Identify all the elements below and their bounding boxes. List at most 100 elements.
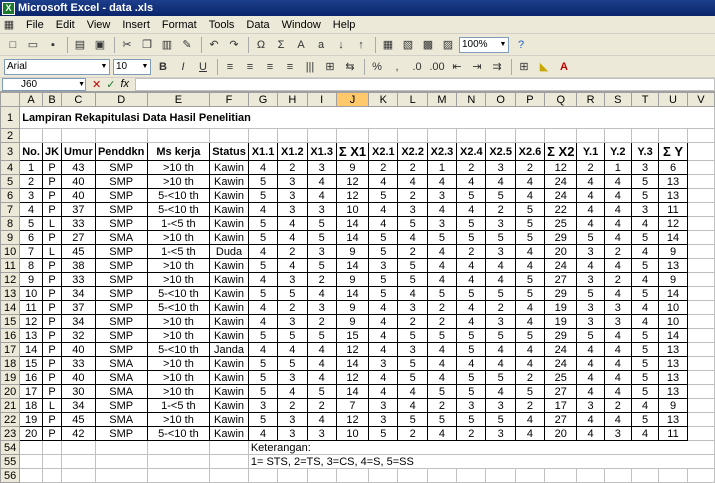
table-cell[interactable]: 4 <box>456 174 487 189</box>
table-header-cell[interactable]: JK <box>41 142 63 161</box>
table-cell[interactable]: 3 <box>603 300 632 315</box>
table-cell[interactable]: Kawin <box>209 174 249 189</box>
table-cell[interactable]: 34 <box>61 398 96 413</box>
cell[interactable] <box>686 188 715 203</box>
cell[interactable] <box>61 128 96 143</box>
table-cell[interactable]: SMP <box>94 426 148 441</box>
font-shrink-icon[interactable]: a <box>312 36 330 54</box>
table-cell[interactable]: SMP <box>94 258 148 273</box>
bold-icon[interactable]: B <box>154 58 172 76</box>
table-cell[interactable]: >10 th <box>146 230 211 245</box>
table-cell[interactable]: 5 <box>630 258 660 273</box>
align-left-icon[interactable]: ≡ <box>221 58 239 76</box>
table-cell[interactable]: >10 th <box>146 258 211 273</box>
cell[interactable] <box>94 128 148 143</box>
table-cell[interactable]: 5 <box>514 230 546 245</box>
cell[interactable] <box>61 454 96 469</box>
table-cell[interactable]: 3 <box>630 202 660 217</box>
table-cell[interactable]: P <box>41 272 63 287</box>
table-cell[interactable]: 2 <box>277 160 308 175</box>
table-cell[interactable]: SMP <box>94 216 148 231</box>
table-cell[interactable]: 4 <box>576 202 605 217</box>
align-center-icon[interactable]: ≡ <box>241 58 259 76</box>
table-cell[interactable]: P <box>41 286 63 301</box>
cell[interactable] <box>514 468 546 483</box>
table-cell[interactable]: 3 <box>277 412 308 427</box>
table-cell[interactable]: 13 <box>658 356 688 371</box>
table-cell[interactable]: 4 <box>603 356 632 371</box>
table-cell[interactable]: Kawin <box>209 230 249 245</box>
table-cell[interactable]: 4 <box>485 356 516 371</box>
table-cell[interactable]: 5 <box>426 412 458 427</box>
row-header[interactable]: 1 <box>0 106 21 129</box>
table-cell[interactable]: 4 <box>368 370 399 385</box>
table-cell[interactable]: 33 <box>61 356 96 371</box>
table-header-cell[interactable]: X1.3 <box>306 142 337 161</box>
underline-icon[interactable]: U <box>194 58 212 76</box>
column-header[interactable]: U <box>658 92 688 107</box>
cell[interactable] <box>686 160 715 175</box>
table-cell[interactable]: 10 <box>335 426 370 441</box>
table-cell[interactable]: Kawin <box>209 412 249 427</box>
table-cell[interactable]: 4 <box>576 370 605 385</box>
cell[interactable] <box>335 468 370 483</box>
cell[interactable] <box>485 468 516 483</box>
column-header[interactable]: D <box>94 92 148 107</box>
column-header[interactable]: G <box>247 92 279 107</box>
table-cell[interactable]: 5 <box>630 412 660 427</box>
table-cell[interactable]: 13 <box>658 258 688 273</box>
table-cell[interactable]: 9 <box>335 314 370 329</box>
table-cell[interactable]: >10 th <box>146 174 211 189</box>
table-cell[interactable]: 3 <box>306 426 337 441</box>
table-cell[interactable]: 4 <box>247 244 279 259</box>
table-cell[interactable]: 4 <box>277 216 308 231</box>
table-cell[interactable]: 9 <box>335 272 370 287</box>
column-header[interactable]: J <box>335 92 370 107</box>
table-cell[interactable]: 3 <box>306 244 337 259</box>
table-cell[interactable]: 5 <box>456 342 487 357</box>
table-cell[interactable]: 5 <box>630 356 660 371</box>
cell[interactable] <box>335 128 370 143</box>
table-cell[interactable]: 5 <box>630 328 660 343</box>
save-icon[interactable]: ▪ <box>44 36 62 54</box>
table-cell[interactable]: 4 <box>247 272 279 287</box>
table-cell[interactable]: 4 <box>247 426 279 441</box>
table-cell[interactable]: 5 <box>397 272 428 287</box>
table-cell[interactable]: 5 <box>485 230 516 245</box>
cell[interactable] <box>209 440 249 455</box>
cell[interactable] <box>603 128 632 143</box>
table-cell[interactable]: 3 <box>368 398 399 413</box>
table-cell[interactable]: 25 <box>544 216 578 231</box>
table-cell[interactable]: 4 <box>603 202 632 217</box>
table-cell[interactable]: 11 <box>658 202 688 217</box>
table-cell[interactable]: 12 <box>335 342 370 357</box>
table-cell[interactable]: 5-<10 th <box>146 342 211 357</box>
table-cell[interactable]: 4 <box>514 426 546 441</box>
table-cell[interactable]: 5 <box>247 216 279 231</box>
table-cell[interactable]: 5 <box>397 412 428 427</box>
comma-icon[interactable]: , <box>388 58 406 76</box>
table-cell[interactable]: 22 <box>544 202 578 217</box>
table-cell[interactable]: 9 <box>335 300 370 315</box>
table-cell[interactable]: 20 <box>544 426 578 441</box>
table-cell[interactable]: 4 <box>630 314 660 329</box>
row-header[interactable]: 19 <box>0 370 21 385</box>
cell[interactable] <box>368 128 399 143</box>
increase-decimal-icon[interactable]: .0 <box>408 58 426 76</box>
table-cell[interactable]: 5 <box>485 286 516 301</box>
cell[interactable] <box>686 342 715 357</box>
table-cell[interactable]: 5 <box>397 356 428 371</box>
row-header[interactable]: 2 <box>0 128 21 143</box>
table-cell[interactable]: 2 <box>514 160 546 175</box>
table-cell[interactable]: 5 <box>456 188 487 203</box>
open-icon[interactable]: ▭ <box>24 36 42 54</box>
table-cell[interactable]: SMP <box>94 300 148 315</box>
table-cell[interactable]: 4 <box>426 258 458 273</box>
column-header[interactable]: M <box>426 92 458 107</box>
table-cell[interactable]: 4 <box>368 384 399 399</box>
table-cell[interactable]: 4 <box>603 174 632 189</box>
menu-file[interactable]: File <box>20 19 50 31</box>
table-cell[interactable]: SMA <box>94 412 148 427</box>
table-cell[interactable]: Kawin <box>209 384 249 399</box>
table-cell[interactable]: Kawin <box>209 272 249 287</box>
